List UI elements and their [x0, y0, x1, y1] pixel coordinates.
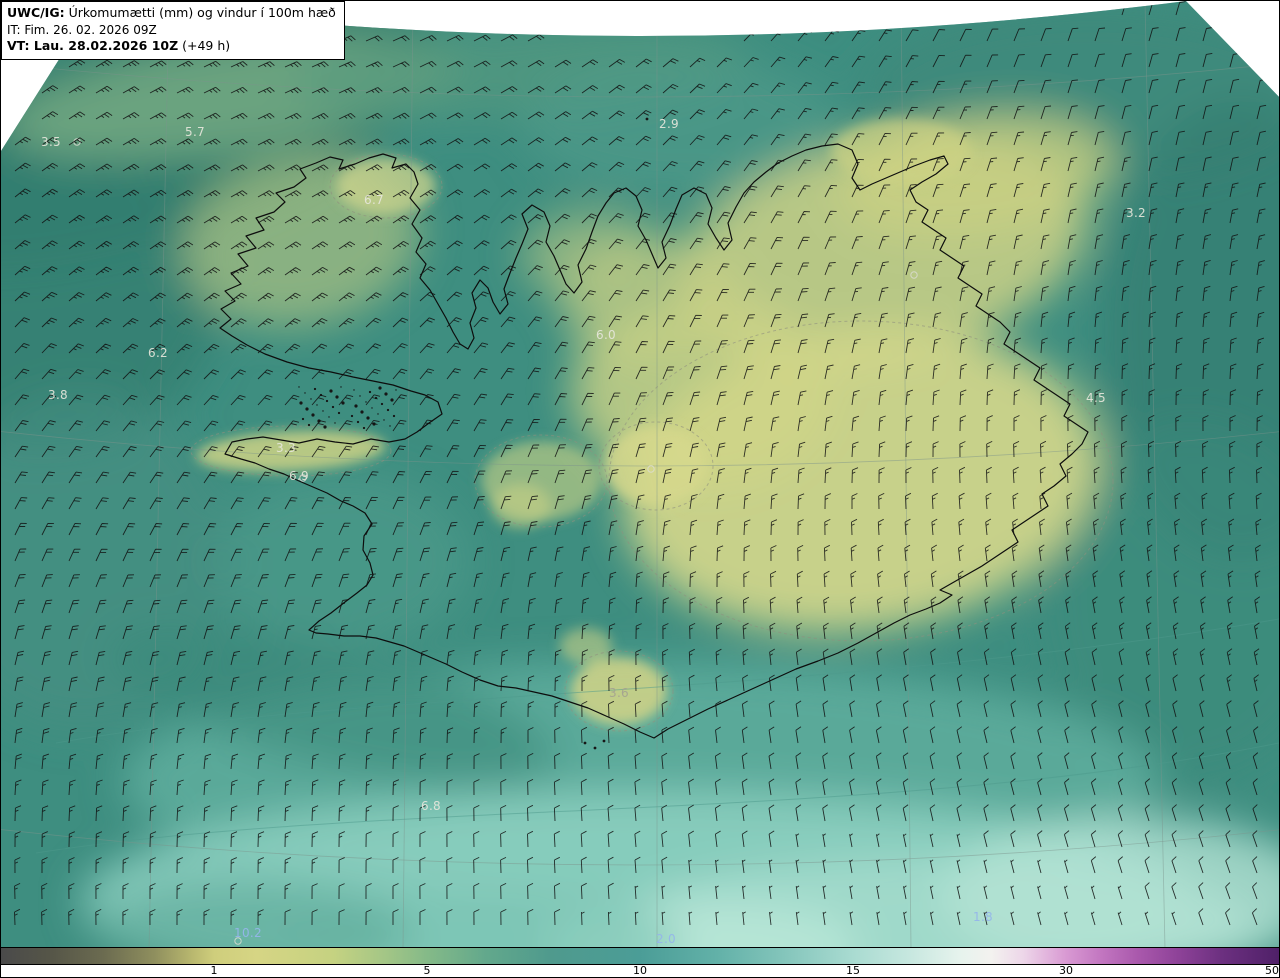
islet-dot [354, 404, 358, 408]
islet-dot [365, 401, 367, 403]
islet-dot [299, 401, 303, 405]
islet-dot [331, 405, 335, 409]
map-title-box: UWC/IG: Úrkomumætti (mm) og vindur í 100… [1, 1, 345, 60]
islet-dot [334, 422, 336, 424]
colorbar-tick-label: 30 [1058, 964, 1073, 977]
forecast-offset: (+49 h) [178, 37, 231, 53]
islet-dot [360, 410, 364, 414]
islet-dot [323, 425, 327, 429]
colorbar-tick-label: 1 [210, 964, 218, 977]
precip-blob [211, 471, 471, 651]
islet-dot [362, 426, 366, 430]
islet-dot [583, 741, 587, 745]
colorbar-tick-label: 15 [846, 964, 861, 977]
title-line-valid: VT: Lau. 28.02.2026 10Z (+49 h) [7, 38, 336, 55]
valid-time: VT: Lau. 28.02.2026 10Z [7, 37, 179, 53]
islet-dot [602, 739, 606, 743]
model-id: UWC/IG: [7, 5, 65, 20]
islet-dot [386, 408, 390, 412]
precip-blob [336, 158, 436, 214]
islet-dot [389, 425, 391, 427]
islet-dot [305, 407, 309, 411]
islet-dot [337, 411, 341, 415]
islet-dot [304, 392, 306, 394]
islet-dot [301, 417, 305, 421]
colorbar: 1 5 10 15 30 50 [1, 947, 1279, 977]
precip-blob [521, 211, 661, 301]
islet-dot [313, 387, 317, 391]
colorbar-gradient [1, 947, 1279, 965]
colorbar-tick-label: 50 [1265, 964, 1279, 977]
colorbar-tick-label: 5 [423, 964, 431, 977]
islet-dot [298, 386, 300, 388]
colorbar-tick-label: 10 [633, 964, 647, 977]
islet-dot [383, 419, 385, 421]
islet-dot [350, 414, 354, 418]
title-line-model: UWC/IG: Úrkomumætti (mm) og vindur í 100… [7, 5, 336, 22]
islet-dot [593, 746, 597, 750]
map-title: Úrkomumætti (mm) og vindur í 100m hæð [64, 5, 336, 20]
precip-blob [571, 657, 667, 725]
islet-dot [316, 404, 318, 406]
islet-dot [311, 413, 315, 417]
islet-dot [335, 395, 339, 399]
islet-dot [322, 410, 324, 412]
islet-dot [392, 414, 396, 418]
islet-dot [377, 413, 379, 415]
islet-dot [340, 386, 342, 388]
precip-blob [560, 628, 612, 664]
islet-dot [380, 402, 384, 406]
islet-dot [329, 389, 333, 393]
islet-dot [366, 416, 370, 420]
islet-dot [356, 420, 360, 424]
islet-dot [307, 423, 311, 427]
islet-dot [310, 398, 312, 400]
islet-dot [395, 389, 397, 391]
islet-dot [371, 407, 373, 409]
islet-dot [378, 386, 382, 390]
precipitation-wind-map [1, 1, 1279, 977]
precip-blob [491, 484, 551, 528]
weather-map-viewport: 3.5 5.7 6.7 2.9 3.2 6.2 3.8 6.0 4.5 3.3 6.9 3.6 6.8 1… [0, 0, 1280, 978]
islet-dot [359, 395, 361, 397]
islet-dot [390, 398, 394, 402]
islet-dot [353, 389, 355, 391]
islet-dot [645, 117, 649, 121]
colorbar-tick-labels: 1 5 10 15 30 50 [1, 964, 1279, 977]
islet-dot [325, 399, 329, 403]
islet-dot [368, 390, 372, 394]
islet-dot [328, 416, 330, 418]
init-time: IT: Fim. 26. 02. 2026 09Z [7, 22, 157, 37]
islet-dot [384, 392, 388, 396]
